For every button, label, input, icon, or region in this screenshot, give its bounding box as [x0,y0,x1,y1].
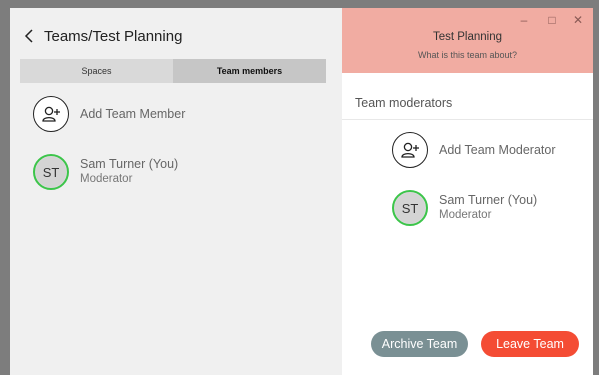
member-role: Moderator [80,173,133,185]
team-description[interactable]: What is this team about? [342,50,593,60]
close-icon[interactable]: ✕ [571,14,585,26]
add-user-icon [42,106,60,122]
leave-team-button[interactable]: Leave Team [481,331,579,357]
moderator-name: Sam Turner (You) [439,193,538,207]
tab-spaces[interactable]: Spaces [20,59,173,83]
add-member-button[interactable] [33,96,69,132]
add-moderator-label[interactable]: Add Team Moderator [439,143,556,157]
breadcrumb: Teams/Test Planning [22,25,182,47]
add-member-label[interactable]: Add Team Member [80,107,185,121]
back-arrow-icon[interactable] [22,28,36,44]
team-name[interactable]: Test Planning [342,31,593,43]
moderator-role: Moderator [439,209,492,221]
page-title: Teams/Test Planning [44,27,183,45]
section-title: Team moderators [355,96,453,110]
team-header: – □ ✕ Test Planning What is this team ab… [342,8,593,73]
member-list-item[interactable]: ST Sam Turner (You) Moderator [33,154,178,190]
avatar: ST [392,190,428,226]
add-team-member-row[interactable]: Add Team Member [33,96,185,132]
archive-team-button[interactable]: Archive Team [371,331,468,357]
team-details-panel: – □ ✕ Test Planning What is this team ab… [342,8,593,375]
divider [342,119,593,120]
teams-panel: Teams/Test Planning Spaces Team members … [10,8,342,375]
avatar: ST [33,154,69,190]
tab-bar: Spaces Team members [20,59,326,83]
member-name: Sam Turner (You) [80,157,179,171]
minimize-icon[interactable]: – [517,14,531,26]
tab-team-members[interactable]: Team members [173,59,326,83]
add-moderator-button[interactable] [392,132,428,168]
add-team-moderator-row[interactable]: Add Team Moderator [392,132,556,168]
moderator-list-item[interactable]: ST Sam Turner (You) Moderator [392,190,537,226]
add-user-icon [401,142,419,158]
maximize-icon[interactable]: □ [545,14,559,26]
